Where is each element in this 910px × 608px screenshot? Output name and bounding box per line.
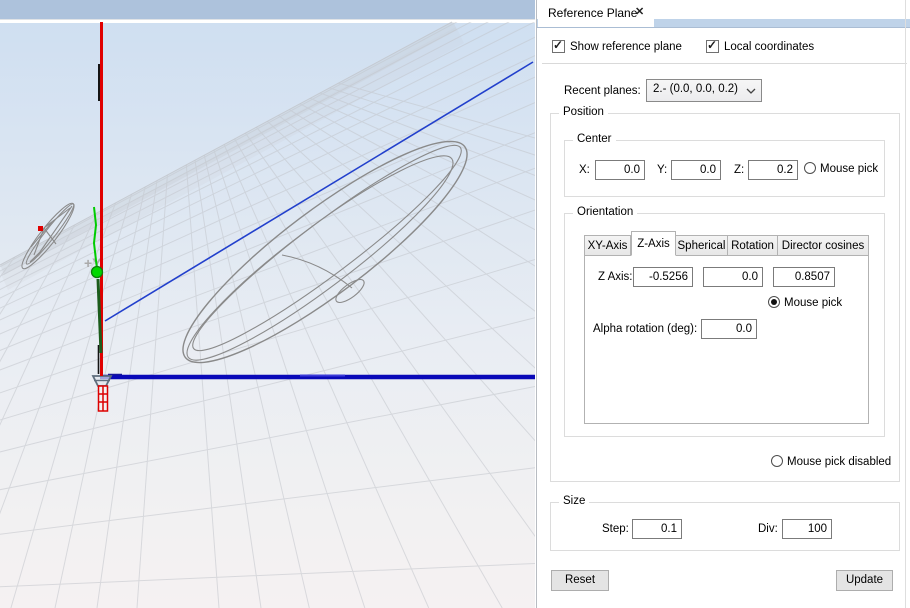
origin-handle[interactable] <box>92 267 103 278</box>
center-x-input[interactable] <box>595 160 645 180</box>
z-axis-label: Z Axis: <box>598 271 633 283</box>
recent-planes-value: 2.- (0.0, 0.0, 0.2) <box>653 83 738 95</box>
viewport-3d[interactable]: +Y <box>0 0 535 608</box>
reset-button[interactable]: Reset <box>551 570 609 591</box>
center-x-label: X: <box>579 164 590 176</box>
reference-plane-panel: Reference Plane ✕ ✓ Show reference plane… <box>536 0 910 608</box>
show-reference-plane-label: Show reference plane <box>570 41 682 53</box>
step-label: Step: <box>602 523 629 535</box>
z-axis-y-input[interactable] <box>703 267 763 287</box>
orientation-group-label: Orientation <box>573 206 637 218</box>
mouse-pick-disabled-radio[interactable] <box>771 455 783 467</box>
show-reference-plane-checkbox[interactable]: ✓ <box>552 40 565 53</box>
center-mouse-pick-label: Mouse pick <box>820 163 878 175</box>
viewport-background <box>0 23 535 608</box>
local-coordinates-checkbox[interactable]: ✓ <box>706 40 719 53</box>
checkmark-icon: ✓ <box>553 38 563 52</box>
center-z-input[interactable] <box>748 160 798 180</box>
tab-spherical[interactable]: Spherical <box>676 235 728 256</box>
checkmark-icon: ✓ <box>707 38 717 52</box>
chevron-down-icon <box>746 88 756 94</box>
z-axis-z-input[interactable] <box>773 267 835 287</box>
tab-director-cosines[interactable]: Director cosines <box>778 235 869 256</box>
center-y-input[interactable] <box>671 160 721 180</box>
local-coordinates-label: Local coordinates <box>724 41 814 53</box>
orientation-tabs: XY-Axis Z-Axis Spherical Rotation Direct… <box>584 231 869 256</box>
recent-planes-select[interactable]: 2.- (0.0, 0.0, 0.2) <box>646 79 762 102</box>
recent-planes-label: Recent planes: <box>564 85 641 97</box>
size-group-label: Size <box>559 495 589 507</box>
feed-waveguide <box>99 386 108 411</box>
panel-right-border <box>905 0 906 608</box>
tab-xy-axis[interactable]: XY-Axis <box>584 235 631 256</box>
alpha-rotation-input[interactable] <box>701 319 757 339</box>
step-input[interactable] <box>632 519 682 539</box>
strip-shadow <box>0 19 535 20</box>
center-group-label: Center <box>573 133 616 145</box>
z-axis-mouse-pick-radio[interactable] <box>768 296 780 308</box>
div-label: Div: <box>758 523 778 535</box>
tab-title: Reference Plane <box>548 6 637 20</box>
div-input[interactable] <box>782 519 832 539</box>
close-icon[interactable]: ✕ <box>635 5 644 18</box>
tab-z-axis[interactable]: Z-Axis <box>631 231 676 256</box>
alpha-rotation-label: Alpha rotation (deg): <box>593 323 697 335</box>
position-group-label: Position <box>559 106 608 118</box>
selection-point-marker <box>38 226 43 231</box>
separator <box>542 63 907 64</box>
viewport-top-strip <box>0 0 535 19</box>
center-mouse-pick-radio[interactable] <box>804 162 816 174</box>
center-z-label: Z: <box>734 164 744 176</box>
update-button[interactable]: Update <box>836 570 893 591</box>
z-axis-x-input[interactable] <box>633 267 693 287</box>
tab-reference-plane[interactable]: Reference Plane ✕ <box>538 0 654 27</box>
z-axis-mouse-pick-label: Mouse pick <box>784 297 842 309</box>
mouse-pick-disabled-label: Mouse pick disabled <box>787 456 891 468</box>
center-y-label: Y: <box>657 164 667 176</box>
tab-rotation[interactable]: Rotation <box>728 235 778 256</box>
